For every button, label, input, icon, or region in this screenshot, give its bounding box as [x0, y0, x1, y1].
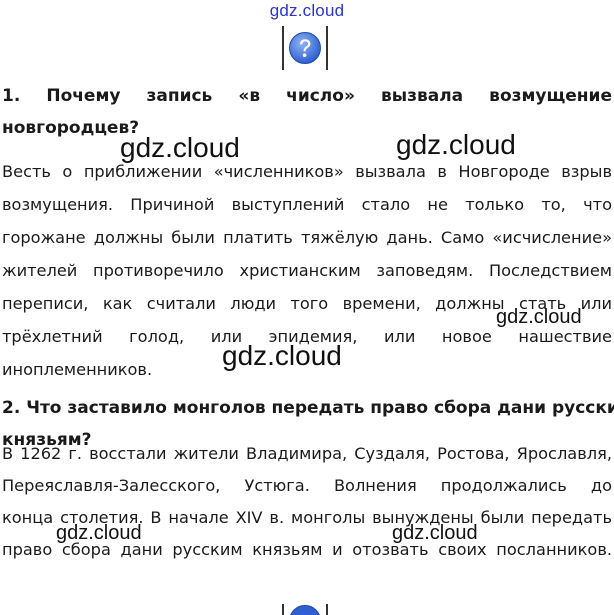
question-2-title-line-1: 2. Что заставило монголов передать право… — [2, 398, 614, 418]
question-1-title-line-1: 1. Почему запись «в число» вызвала возму… — [2, 86, 612, 106]
answer-1-line-4: жителей противоречило христианским запов… — [2, 261, 612, 280]
answer-1-line-6: трёхлетний голод, или эпидемия, или ново… — [2, 327, 612, 346]
answer-2: В 1262 г. восстали жители Владимира, Суз… — [2, 438, 612, 566]
page: gdz.cloud 1. Почему запись «в число» выз… — [0, 0, 614, 615]
answer-2-line-3: конца столетия. В начале XIV в. монголы … — [2, 508, 612, 527]
answer-1-line-5: переписи, как считали люди того времени,… — [2, 294, 612, 313]
question-1: 1. Почему запись «в число» вызвала возму… — [2, 80, 612, 144]
answer-1-line-1: Весть о приближении «численников» вызвал… — [2, 162, 612, 181]
question-icon-graphic — [290, 605, 320, 615]
watermark-top: gdz.cloud — [269, 1, 345, 20]
answer-1: Весть о приближении «численников» вызвал… — [2, 155, 612, 386]
question-icon-graphic — [289, 32, 321, 64]
answer-2-line-2: Переяславля-Залесского, Устюга. Волнения… — [2, 476, 612, 495]
answer-1-line-7: иноплеменников. — [2, 360, 153, 379]
answer-2-line-1: В 1262 г. восстали жители Владимира, Суз… — [2, 444, 612, 463]
question-1-title-line-2: новгородцев? — [2, 118, 140, 138]
answer-1-line-2: возмущения. Причиной выступлений стало н… — [2, 195, 612, 214]
question-icon — [282, 604, 328, 615]
answer-2-line-4: право сбора дани русским князьям и отозв… — [2, 540, 612, 559]
question-icon — [282, 26, 328, 70]
answer-1-line-3: горожане должны были платить тяжёлую дан… — [2, 228, 612, 247]
